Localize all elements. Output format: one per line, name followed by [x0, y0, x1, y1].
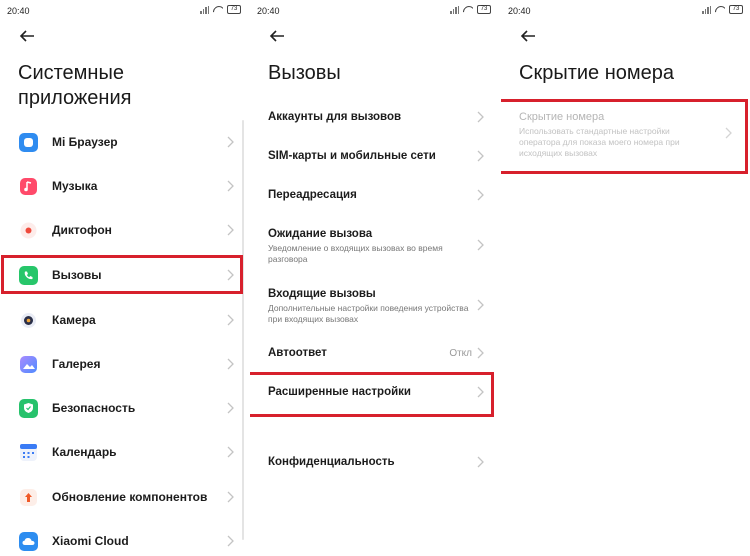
- chevron-right-icon: [476, 386, 484, 398]
- phone-icon: [19, 265, 38, 285]
- app-item-browser[interactable]: Mi Браузер: [0, 130, 248, 154]
- gallery-icon: [19, 354, 38, 374]
- app-item-calls[interactable]: Вызовы: [0, 263, 248, 287]
- signal-icon: [702, 5, 711, 14]
- app-item-gallery[interactable]: Галерея: [0, 352, 248, 376]
- app-item-label: Календарь: [52, 445, 117, 459]
- browser-icon: [19, 132, 38, 152]
- cloud-icon: [19, 531, 38, 551]
- settings-item-label: Скрытие номера: [519, 111, 605, 123]
- chevron-right-icon: [226, 358, 234, 370]
- signal-icon: [450, 5, 459, 14]
- app-item-component-update[interactable]: Обновление компонентов: [0, 485, 248, 509]
- chevron-right-icon: [476, 150, 484, 162]
- chevron-right-icon: [226, 180, 234, 192]
- page-title: Вызовы: [268, 62, 341, 84]
- chevron-right-icon: [476, 456, 484, 468]
- autoanswer-value: Откл: [449, 348, 472, 359]
- back-arrow-icon[interactable]: [519, 27, 537, 45]
- app-item-xiaomi-cloud[interactable]: Xiaomi Cloud: [0, 529, 248, 553]
- panel-calls: 20:40 73 Вызовы Аккаунты для вызовов SIM…: [250, 0, 498, 556]
- settings-item-label: Переадресация: [268, 189, 357, 201]
- app-item-security[interactable]: Безопасность: [0, 396, 248, 420]
- settings-item-forwarding[interactable]: Переадресация: [250, 186, 498, 206]
- settings-item-label: SIM-карты и мобильные сети: [268, 150, 436, 162]
- shield-icon: [19, 398, 38, 418]
- settings-item-hide-number[interactable]: Скрытие номера Использовать стандартные …: [501, 108, 750, 163]
- status-time: 20:40: [7, 6, 30, 16]
- app-item-label: Обновление компонентов: [52, 490, 208, 504]
- status-time: 20:40: [508, 6, 531, 16]
- chevron-right-icon: [226, 314, 234, 326]
- battery-icon: 73: [729, 5, 743, 14]
- settings-item-sim-networks[interactable]: SIM-карты и мобильные сети: [250, 147, 498, 167]
- status-time: 20:40: [257, 6, 280, 16]
- chevron-right-icon: [226, 269, 234, 281]
- chevron-right-icon: [476, 239, 484, 251]
- app-item-recorder[interactable]: Диктофон: [0, 218, 248, 242]
- chevron-right-icon: [476, 111, 484, 123]
- settings-item-privacy[interactable]: Конфиденциальность: [250, 453, 498, 473]
- camera-icon: [19, 310, 38, 330]
- app-item-label: Xiaomi Cloud: [52, 534, 129, 548]
- chevron-right-icon: [226, 224, 234, 236]
- chevron-right-icon: [226, 446, 234, 458]
- app-item-label: Музыка: [52, 179, 98, 193]
- settings-item-label: Входящие вызовы: [268, 288, 376, 300]
- settings-item-label: Ожидание вызова: [268, 228, 373, 240]
- page-title: Скрытие номера: [519, 62, 674, 84]
- chevron-right-icon: [476, 189, 484, 201]
- chevron-right-icon: [476, 347, 484, 359]
- wifi-icon: [213, 6, 223, 14]
- signal-icon: [200, 5, 209, 14]
- app-item-music[interactable]: Музыка: [0, 174, 248, 198]
- back-arrow-icon[interactable]: [18, 27, 36, 45]
- settings-item-incoming-calls[interactable]: Входящие вызовы Дополнительные настройки…: [250, 286, 498, 326]
- settings-item-label: Автоответ: [268, 347, 327, 359]
- page-title: Системные приложения: [18, 62, 132, 109]
- app-item-label: Камера: [52, 313, 96, 327]
- settings-item-autoanswer[interactable]: Автоответ Откл: [250, 344, 498, 364]
- update-icon: [19, 487, 38, 507]
- chevron-right-icon: [226, 535, 234, 547]
- status-icons: 73: [200, 5, 241, 14]
- app-item-label: Mi Браузер: [52, 135, 118, 149]
- chevron-right-icon: [476, 299, 484, 311]
- recorder-icon: [19, 220, 38, 240]
- settings-item-description: Использовать стандартные настройки опера…: [519, 126, 680, 158]
- status-icons: 73: [450, 5, 491, 14]
- app-item-camera[interactable]: Камера: [0, 308, 248, 332]
- settings-item-description: Дополнительные настройки поведения устро…: [268, 303, 469, 324]
- chevron-right-icon: [226, 136, 234, 148]
- chevron-right-icon: [724, 127, 732, 139]
- settings-item-advanced[interactable]: Расширенные настройки: [250, 383, 498, 403]
- settings-item-call-accounts[interactable]: Аккаунты для вызовов: [250, 108, 498, 128]
- wifi-icon: [463, 6, 473, 14]
- chevron-right-icon: [226, 491, 234, 503]
- wifi-icon: [715, 6, 725, 14]
- battery-icon: 73: [477, 5, 491, 14]
- status-bar: 20:40 73: [250, 0, 498, 22]
- status-bar: 20:40 73: [0, 0, 248, 22]
- chevron-right-icon: [226, 402, 234, 414]
- app-item-calendar[interactable]: Календарь: [0, 440, 248, 464]
- settings-item-label: Конфиденциальность: [268, 456, 395, 468]
- panel-hide-number: 20:40 73 Скрытие номера Скрытие номера И…: [501, 0, 750, 556]
- settings-item-label: Аккаунты для вызовов: [268, 111, 402, 123]
- settings-item-call-waiting[interactable]: Ожидание вызова Уведомление о входящих в…: [250, 226, 498, 266]
- app-item-label: Галерея: [52, 357, 101, 371]
- app-item-label: Вызовы: [52, 268, 102, 282]
- scrollbar[interactable]: [242, 120, 244, 540]
- status-bar: 20:40 73: [501, 0, 750, 22]
- settings-item-description: Уведомление о входящих вызовах во время …: [268, 243, 443, 264]
- music-icon: [19, 176, 38, 196]
- app-item-label: Диктофон: [52, 223, 112, 237]
- panel-system-apps: 20:40 73 Системные приложения Mi Браузер…: [0, 0, 248, 556]
- status-icons: 73: [702, 5, 743, 14]
- battery-icon: 73: [227, 5, 241, 14]
- calendar-icon: [19, 442, 38, 462]
- app-item-label: Безопасность: [52, 401, 136, 415]
- settings-item-label: Расширенные настройки: [268, 386, 412, 398]
- back-arrow-icon[interactable]: [268, 27, 286, 45]
